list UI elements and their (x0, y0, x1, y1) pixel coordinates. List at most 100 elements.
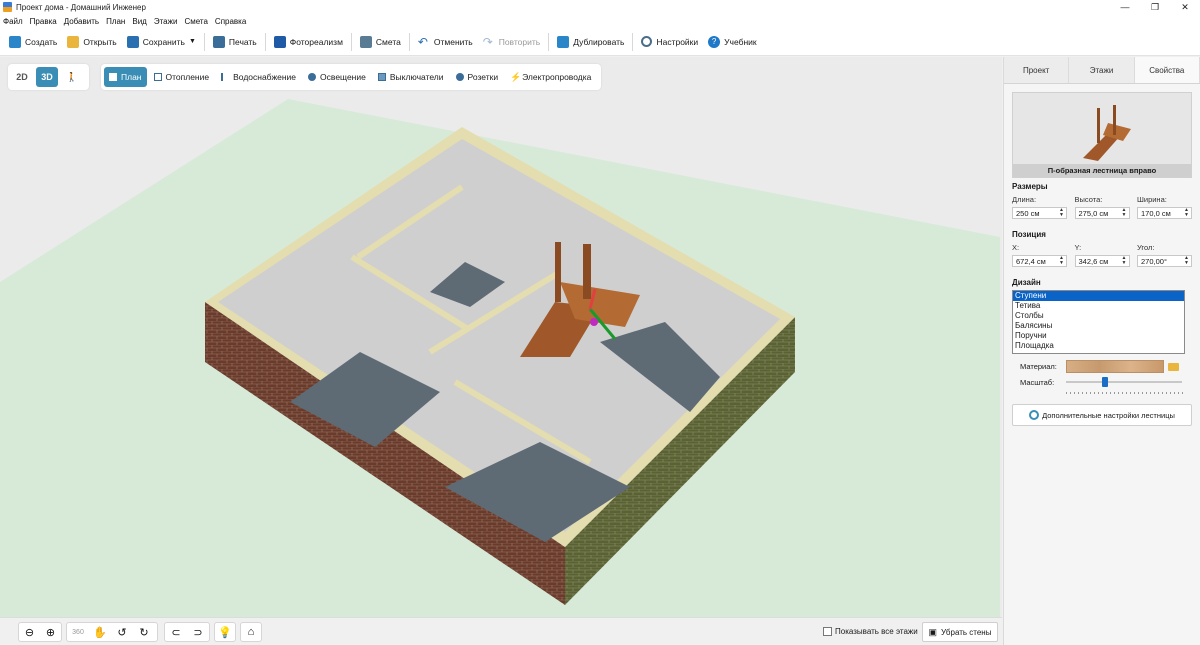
rotate-left-icon[interactable]: ↺ (111, 623, 133, 641)
scale-slider[interactable] (1066, 377, 1182, 387)
menu-file[interactable]: Файл (3, 17, 23, 26)
tab-project[interactable]: Проект (1004, 57, 1070, 83)
angle-input[interactable]: 270,00° ▲ ▼ (1137, 255, 1192, 267)
lighting-icon (308, 73, 317, 81)
tilt-down-icon[interactable]: ⊂ (165, 623, 187, 641)
create-button[interactable]: Создать (6, 31, 60, 53)
tab-properties[interactable]: Свойства (1134, 57, 1200, 83)
layer-wiring[interactable]: ⚡ Электропроводка (505, 67, 596, 87)
print-button[interactable]: Печать (210, 31, 260, 53)
width-input[interactable]: 170,0 см ▲ ▼ (1137, 207, 1192, 219)
folder-icon (67, 35, 80, 48)
slider-ticks (1066, 392, 1184, 394)
settings-button[interactable]: Настройки (638, 31, 701, 53)
stair-preview: П-образная лестница вправо (1012, 92, 1192, 178)
3d-viewport[interactable]: 2D 3D 🚶 План Отопление Водоснабжение Осв… (0, 57, 1002, 617)
house-3d-scene[interactable] (0, 57, 1002, 617)
menu-floors[interactable]: Этажи (154, 17, 178, 26)
pan-hand-icon[interactable]: ✋ (89, 623, 111, 641)
width-label: Ширина: (1137, 195, 1167, 204)
menu-view[interactable]: Вид (132, 17, 146, 26)
menu-estimate[interactable]: Смета (184, 17, 207, 26)
list-item[interactable]: Тетива (1013, 301, 1184, 311)
menu-help[interactable]: Справка (215, 17, 246, 26)
save-dropdown-icon[interactable]: ▼ (189, 38, 196, 45)
layer-lighting[interactable]: Освещение (303, 67, 371, 87)
spinner-icon[interactable]: ▲ ▼ (1122, 208, 1127, 218)
photorealism-label: Фотореализм (289, 36, 343, 47)
redo-button[interactable]: ↷ Повторить (480, 31, 544, 53)
estimate-button[interactable]: Смета (357, 31, 404, 53)
spinner-icon[interactable]: ▲ ▼ (1122, 256, 1127, 266)
spinner-icon[interactable]: ▲ ▼ (1059, 256, 1064, 266)
advanced-stair-settings-button[interactable]: Дополнительные настройки лестницы (1012, 404, 1192, 426)
print-label: Печать (228, 36, 257, 47)
save-button[interactable]: Сохранить ▼ (124, 31, 199, 53)
list-item[interactable]: Поручни (1013, 331, 1184, 341)
rotate-360-icon[interactable]: 360 (67, 623, 89, 641)
undo-button[interactable]: ↶ Отменить (415, 31, 476, 53)
menu-add[interactable]: Добавить (64, 17, 99, 26)
gizmo-center (590, 318, 598, 326)
height-input[interactable]: 275,0 см ▲ ▼ (1074, 207, 1130, 219)
layer-heating[interactable]: Отопление (149, 67, 215, 87)
list-item[interactable]: Ступени (1013, 291, 1184, 301)
minimize-button[interactable]: — (1110, 0, 1140, 14)
spinner-icon[interactable]: ▲ ▼ (1184, 208, 1189, 218)
y-input[interactable]: 342,6 см ▲ ▼ (1074, 255, 1130, 267)
layer-water-supply[interactable]: Водоснабжение (216, 67, 301, 87)
3d-mode-button[interactable]: 3D (36, 67, 58, 87)
new-file-icon (9, 35, 21, 48)
tutorial-button[interactable]: ? Учебник (705, 31, 760, 53)
layer-switches[interactable]: Выключатели (373, 67, 449, 87)
view-mode-panel: 2D 3D 🚶 (8, 64, 89, 90)
show-all-floors-checkbox[interactable]: Показывать все этажи (823, 627, 918, 636)
layer-label: Выключатели (389, 72, 444, 82)
layer-plan[interactable]: План (104, 67, 147, 87)
list-item[interactable]: Балясины (1013, 321, 1184, 331)
zoom-in-icon[interactable]: ⊕ (40, 623, 61, 641)
layer-sockets[interactable]: Розетки (451, 67, 504, 87)
switches-icon (377, 73, 386, 81)
design-parts-list[interactable]: Ступени Тетива Столбы Балясины Поручни П… (1012, 290, 1185, 354)
navigate-group: 360 ✋ ↺ ↻ (66, 622, 158, 642)
separator (408, 32, 410, 51)
slider-thumb[interactable] (1102, 377, 1109, 387)
home-icon[interactable]: ⌂ (241, 623, 261, 641)
tilt-up-icon[interactable]: ⊃ (187, 623, 209, 641)
heating-icon (153, 73, 162, 81)
photorealism-button[interactable]: Фотореализм (271, 31, 346, 53)
rotate-right-icon[interactable]: ↻ (133, 623, 155, 641)
x-value: 672,4 см (1016, 256, 1046, 266)
slider-track (1066, 381, 1182, 383)
2d-mode-button[interactable]: 2D (11, 67, 33, 87)
x-input[interactable]: 672,4 см ▲ ▼ (1012, 255, 1067, 267)
design-title: Дизайн (1012, 278, 1041, 287)
sizes-section: Размеры Длина: 250 см ▲ ▼ Высота: 275,0 см ▲ ▼… (1012, 182, 1192, 219)
open-button[interactable]: Открыть (64, 31, 119, 53)
layer-panel: План Отопление Водоснабжение Освещение В… (101, 64, 602, 90)
advanced-settings-label: Дополнительные настройки лестницы (1042, 410, 1175, 420)
light-icon[interactable]: 💡 (215, 623, 235, 641)
close-button[interactable]: ✕ (1170, 0, 1200, 14)
list-item[interactable]: Столбы (1013, 311, 1184, 321)
menu-plan[interactable]: План (106, 17, 125, 26)
layer-label: Освещение (320, 72, 366, 82)
height-label: Высота: (1074, 195, 1103, 204)
spinner-icon[interactable]: ▲ ▼ (1059, 208, 1064, 218)
menu-edit[interactable]: Правка (30, 17, 57, 26)
maximize-button[interactable]: ❐ (1140, 0, 1170, 14)
material-swatch[interactable] (1066, 360, 1164, 373)
tab-floors[interactable]: Этажи (1069, 57, 1135, 83)
length-input[interactable]: 250 см ▲ ▼ (1012, 207, 1067, 219)
list-item[interactable]: Площадка (1013, 341, 1184, 351)
zoom-out-icon[interactable]: ⊖ (19, 623, 40, 641)
folder-icon[interactable] (1168, 362, 1179, 371)
spinner-icon[interactable]: ▲ ▼ (1184, 256, 1189, 266)
remove-walls-button[interactable]: ▣ Убрать стены (922, 622, 998, 642)
walk-mode-icon[interactable]: 🚶 (61, 67, 83, 87)
duplicate-button[interactable]: Дублировать (554, 31, 627, 53)
checkbox-box[interactable] (823, 627, 832, 636)
help-icon: ? (708, 35, 721, 48)
separator (350, 32, 352, 51)
